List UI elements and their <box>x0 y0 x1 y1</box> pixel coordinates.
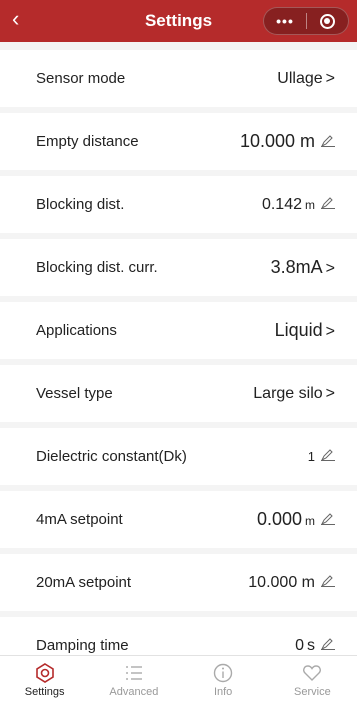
setting-value: 0.142 <box>261 195 302 213</box>
setting-label: Vessel type <box>36 385 113 402</box>
list-icon <box>123 662 145 684</box>
setting-label: Blocking dist. <box>36 196 125 213</box>
setting-value: Liquid <box>274 320 323 340</box>
tab-advanced[interactable]: Advanced <box>89 656 178 704</box>
setting-value: 0.000 <box>256 509 302 529</box>
tab-label: Advanced <box>109 686 159 698</box>
chevron-left-icon[interactable]: ‹ <box>12 8 19 30</box>
setting-row-vessel-type[interactable]: Vessel type Large silo > <box>0 365 357 422</box>
edit-icon[interactable] <box>321 196 335 209</box>
setting-value: Large silo <box>253 384 323 402</box>
settings-icon <box>34 662 56 684</box>
tab-info[interactable]: Info <box>179 656 268 704</box>
setting-label: Blocking dist. curr. <box>36 259 158 276</box>
tab-label: Info <box>213 686 233 698</box>
edit-icon[interactable] <box>321 513 335 525</box>
chevron-right-icon: > <box>325 260 335 277</box>
chevron-right-icon: > <box>325 323 335 340</box>
more-button[interactable]: ••• <box>264 13 306 29</box>
settings-list: Sensor mode Ullage > Empty distance 10.0… <box>0 50 357 680</box>
setting-row-empty-distance[interactable]: Empty distance 10.000 m <box>0 113 357 170</box>
setting-label: Empty distance <box>36 133 139 150</box>
setting-row-20ma-setpoint[interactable]: 20mA setpoint 10.000 m <box>0 554 357 611</box>
heart-icon <box>301 662 323 684</box>
setting-label: 4mA setpoint <box>36 511 123 528</box>
tab-settings[interactable]: Settings <box>0 656 89 704</box>
top-bar: ‹ Settings ••• <box>0 0 357 42</box>
setting-unit: m <box>305 514 315 528</box>
chevron-right-icon: > <box>325 384 335 402</box>
bottom-tab-bar: Settings Advanced Info Service <box>0 655 357 704</box>
page-title: Settings <box>144 11 213 30</box>
close-button[interactable] <box>307 13 348 29</box>
setting-label: Damping time <box>36 637 129 654</box>
tab-label: Service <box>294 686 331 698</box>
edit-icon[interactable] <box>321 449 335 461</box>
info-icon <box>212 662 234 684</box>
setting-row-dielectric-constant[interactable]: Dielectric constant(Dk) 1 <box>0 428 357 485</box>
record-icon <box>319 13 335 29</box>
setting-label: 20mA setpoint <box>36 574 132 591</box>
setting-row-blocking-dist[interactable]: Blocking dist. 0.142 m <box>0 176 357 233</box>
setting-value: 10.000 m <box>239 131 315 151</box>
setting-value: 10.000 m <box>248 573 315 591</box>
setting-unit: s <box>307 636 315 654</box>
setting-row-4ma-setpoint[interactable]: 4mA setpoint 0.000 m <box>0 491 357 548</box>
edit-icon[interactable] <box>321 637 335 650</box>
setting-row-applications[interactable]: Applications Liquid > <box>0 302 357 359</box>
setting-value: 1 <box>307 449 315 464</box>
setting-row-blocking-dist-curr[interactable]: Blocking dist. curr. 3.8mA > <box>0 239 357 296</box>
setting-label: Applications <box>36 322 117 339</box>
setting-value: 0 <box>295 636 304 654</box>
setting-unit: m <box>305 197 315 212</box>
setting-label: Dielectric constant(Dk) <box>36 448 187 465</box>
edit-icon[interactable] <box>321 574 335 587</box>
edit-icon[interactable] <box>321 135 335 147</box>
tab-label: Settings <box>24 686 65 698</box>
setting-label: Sensor mode <box>36 70 126 87</box>
tab-service[interactable]: Service <box>268 656 357 704</box>
mini-program-capsule: ••• <box>263 7 349 35</box>
setting-value: Ullage <box>277 69 323 87</box>
setting-value: 3.8mA <box>270 257 323 277</box>
setting-row-sensor-mode[interactable]: Sensor mode Ullage > <box>0 50 357 107</box>
chevron-right-icon: > <box>325 69 335 87</box>
